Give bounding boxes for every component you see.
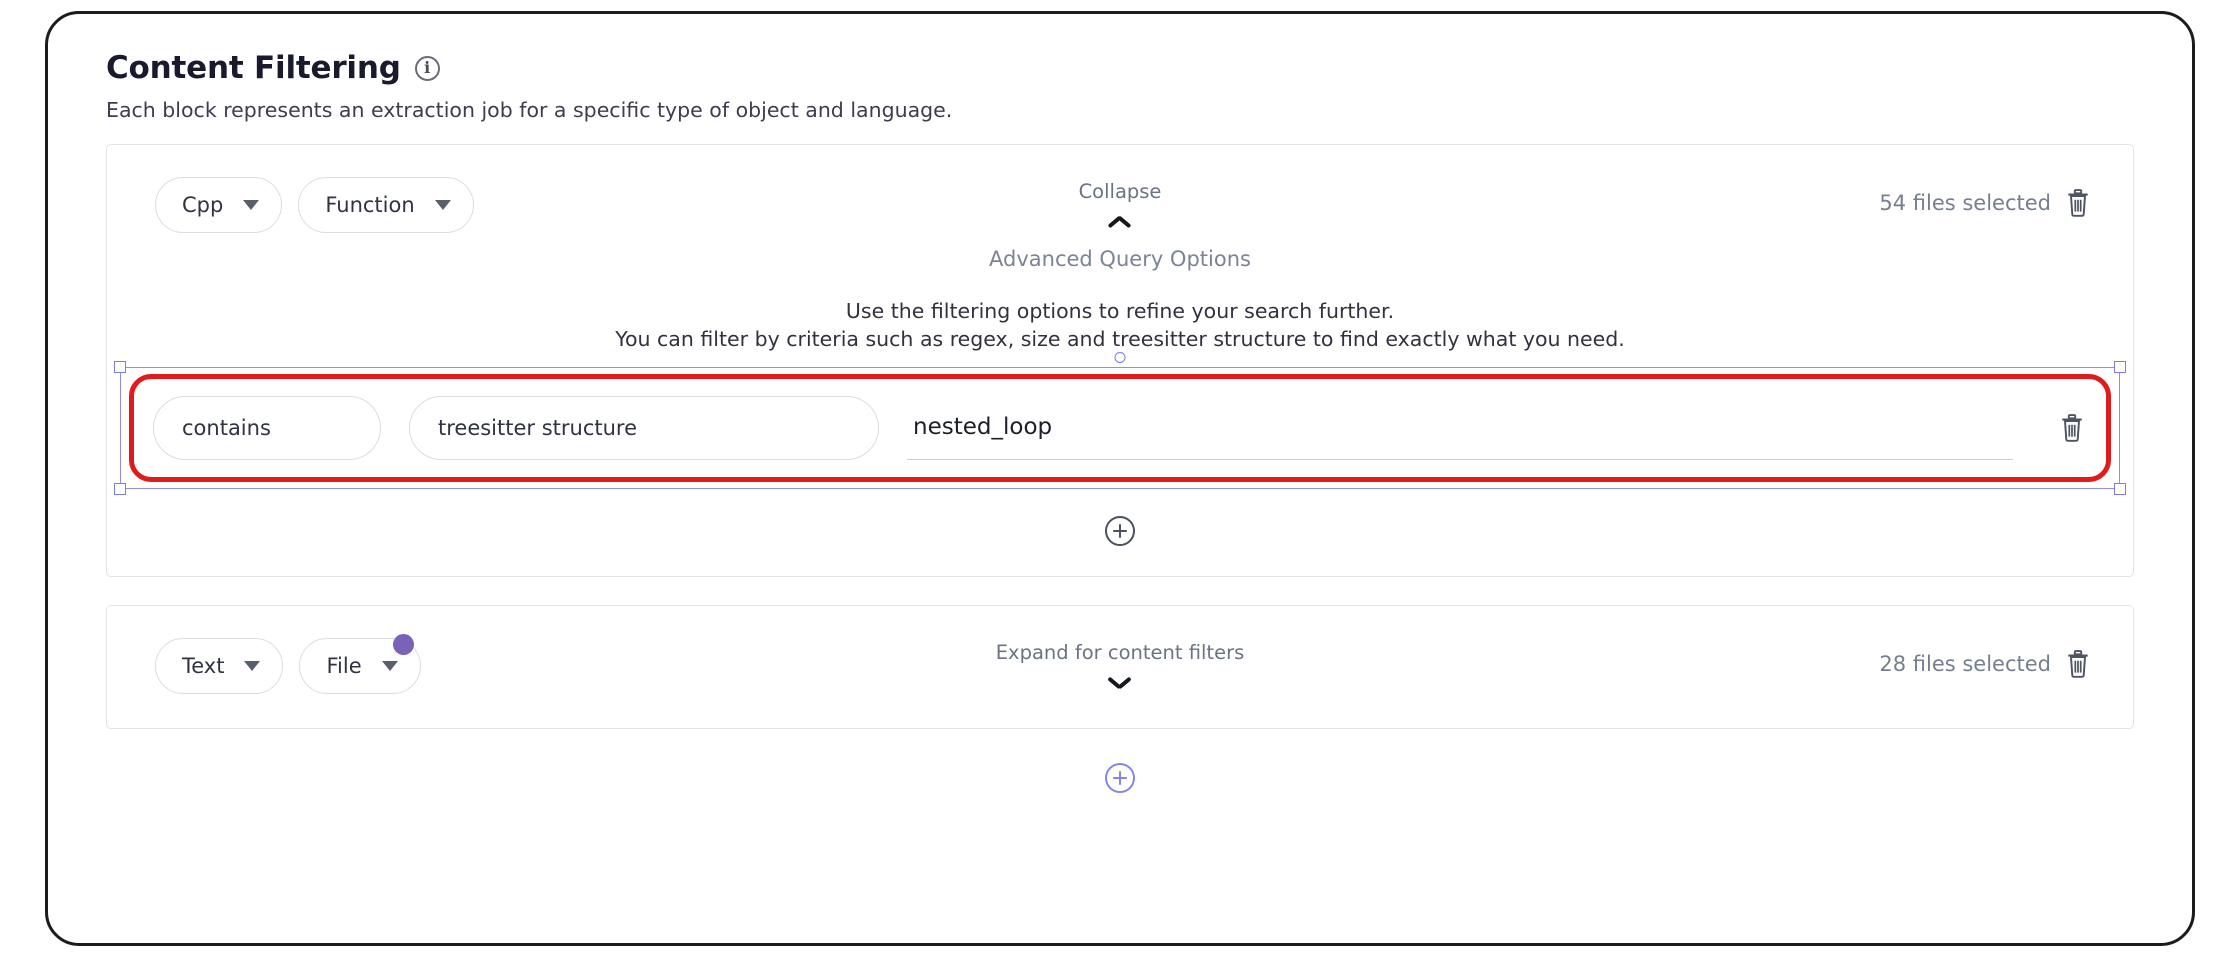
files-selected-count: 54 files selected [1879,191,2051,215]
files-selected-group: 28 files selected [1449,638,2107,678]
info-icon[interactable]: i [414,55,440,81]
page-title: Content Filtering [106,50,401,86]
filter-block-text-file: Text File Expand for content filters 28 … [106,604,2134,729]
content-filtering-window: Content Filtering i Each block represent… [45,11,2195,946]
language-select-text[interactable]: Text [155,637,284,694]
selection-handle-top-right[interactable] [2114,360,2126,373]
page-subtitle: Each block represents an extraction job … [106,98,953,122]
language-select-label: Text [182,653,225,678]
filter-value-text: nested_loop [913,414,1053,441]
expand-toggle[interactable]: Expand for content filters [791,638,1449,690]
object-type-select-label: Function [325,193,415,217]
collapse-toggle-label: Collapse [1078,180,1162,203]
block-pills: Cpp Function [133,177,791,233]
chevron-down-icon [244,660,261,671]
chevron-up-icon [1107,215,1133,229]
files-selected-count: 28 files selected [1879,651,2051,676]
selection-handle-top-left[interactable] [114,360,126,373]
add-filter-row [107,482,2133,576]
filter-value-input[interactable]: nested_loop [907,396,2013,460]
object-type-select-label: File [326,653,362,678]
advanced-options-line1: Use the filtering options to refine your… [845,299,1395,323]
plus-circle-icon[interactable] [1105,515,1135,546]
chevron-down-icon [434,200,451,210]
collapse-toggle[interactable]: Collapse [791,177,1449,229]
advanced-options-line2: You can filter by criteria such as regex… [615,327,1625,352]
language-select-label: Cpp [182,193,224,217]
expand-toggle-label: Expand for content filters [995,640,1245,664]
object-type-select-file[interactable]: File [299,633,421,694]
advanced-query-options: Advanced Query Options Use the filtering… [107,241,2133,354]
filter-block-cpp-function: Cpp Function Collapse 54 files selected [106,144,2134,577]
files-selected-group: 54 files selected [1449,177,2107,217]
status-badge-dot [392,633,414,655]
chevron-down-icon [1107,676,1133,690]
advanced-options-title: Advanced Query Options [989,247,1251,271]
filter-blocks-area: Cpp Function Collapse 54 files selected [48,122,2192,793]
filter-operator-value: contains [182,415,271,440]
block-header: Text File Expand for content filters 28 … [107,606,2133,702]
selected-filter-row-wrapper: contains treesitter structure nested_loo… [114,351,2126,495]
chevron-down-icon [243,200,260,210]
filter-operator-select[interactable]: contains [153,395,381,460]
trash-icon[interactable] [2065,649,2091,678]
block-header: Cpp Function Collapse 54 files selected [107,145,2133,241]
add-block-row [106,729,2134,793]
plus-circle-icon[interactable] [1105,762,1135,793]
block-pills: Text File [133,633,791,694]
language-select-cpp[interactable]: Cpp [155,177,283,233]
title-row: Content Filtering i [106,50,2192,86]
block-bottom-spacer [107,702,2133,728]
filter-row-trash-icon[interactable] [2059,413,2085,442]
filter-field-select[interactable]: treesitter structure [409,395,879,460]
chevron-down-icon [381,660,398,671]
filter-row: contains treesitter structure nested_loo… [129,374,2111,482]
object-type-select-function[interactable]: Function [298,177,474,233]
filter-field-value: treesitter structure [438,415,638,440]
page-header: Content Filtering i Each block represent… [48,14,2192,122]
trash-icon[interactable] [2065,189,2091,217]
